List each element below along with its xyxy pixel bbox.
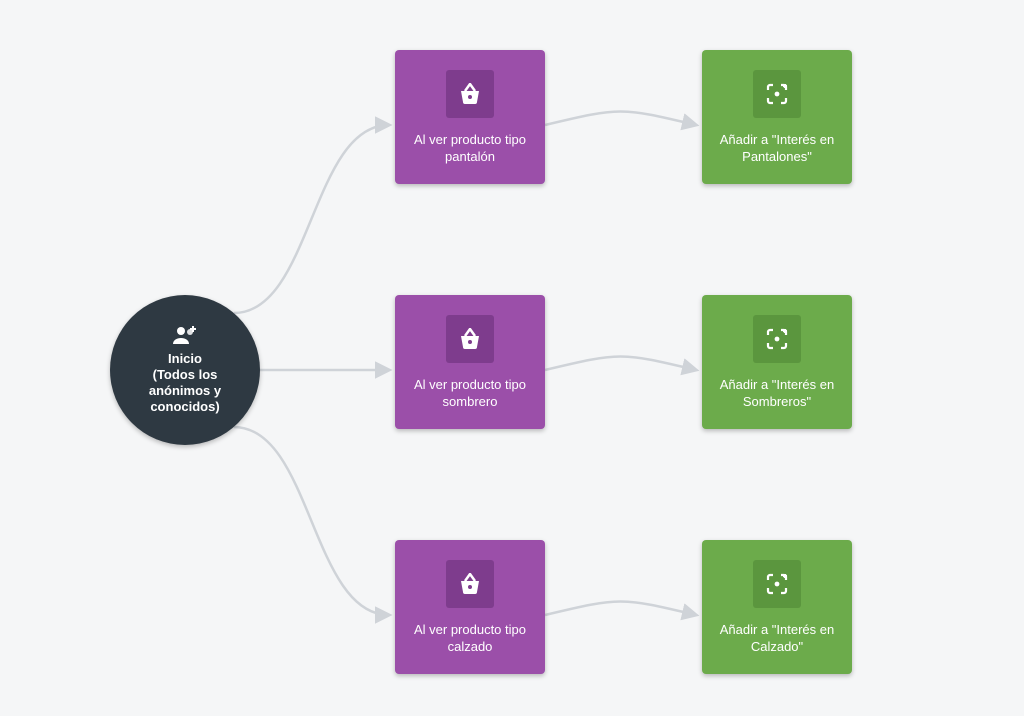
start-node[interactable]: Inicio(Todos los anónimos y conocidos) <box>110 295 260 445</box>
basket-icon <box>446 315 494 363</box>
people-plus-icon <box>172 325 198 345</box>
workflow-canvas: Inicio(Todos los anónimos y conocidos) A… <box>0 0 1024 716</box>
arrow-trigger-to-action-1 <box>545 357 696 371</box>
arrow-trigger-to-action-0 <box>545 112 696 126</box>
arrow-start-to-trigger-0 <box>234 125 389 313</box>
action-node-0[interactable]: Añadir a "Interés en Pantalones" <box>702 50 852 184</box>
trigger-node-1[interactable]: Al ver producto tipo sombrero <box>395 295 545 429</box>
basket-icon <box>446 560 494 608</box>
focus-plus-icon <box>753 315 801 363</box>
start-label: Inicio(Todos los anónimos y conocidos) <box>110 351 260 416</box>
trigger-label: Al ver producto tipo sombrero <box>395 377 545 429</box>
action-label: Añadir a "Interés en Pantalones" <box>702 132 852 184</box>
arrow-start-to-trigger-2 <box>234 427 389 615</box>
trigger-label: Al ver producto tipo calzado <box>395 622 545 674</box>
trigger-node-0[interactable]: Al ver producto tipo pantalón <box>395 50 545 184</box>
basket-icon <box>446 70 494 118</box>
action-node-1[interactable]: Añadir a "Interés en Sombreros" <box>702 295 852 429</box>
focus-plus-icon <box>753 560 801 608</box>
trigger-node-2[interactable]: Al ver producto tipo calzado <box>395 540 545 674</box>
focus-plus-icon <box>753 70 801 118</box>
arrow-trigger-to-action-2 <box>545 602 696 616</box>
action-label: Añadir a "Interés en Calzado" <box>702 622 852 674</box>
trigger-label: Al ver producto tipo pantalón <box>395 132 545 184</box>
action-label: Añadir a "Interés en Sombreros" <box>702 377 852 429</box>
action-node-2[interactable]: Añadir a "Interés en Calzado" <box>702 540 852 674</box>
